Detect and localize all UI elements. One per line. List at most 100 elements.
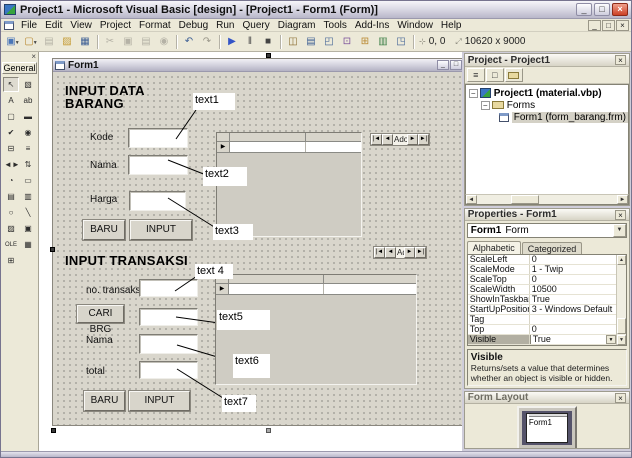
toolbox-button[interactable]: ⊞ bbox=[356, 34, 374, 50]
label-text1[interactable]: text1 bbox=[193, 93, 235, 110]
properties-window-button[interactable]: ▤ bbox=[302, 34, 320, 50]
label-tool[interactable]: A bbox=[3, 93, 19, 108]
close-button[interactable]: × bbox=[612, 3, 628, 16]
break-button[interactable]: ‖ bbox=[241, 34, 259, 50]
end-button[interactable]: ■ bbox=[259, 34, 277, 50]
object-dropdown[interactable]: Form1 Form ▼ bbox=[467, 223, 627, 238]
property-value[interactable]: 10500 bbox=[530, 285, 616, 294]
property-row-top[interactable]: Top0 bbox=[468, 325, 616, 335]
menu-edit[interactable]: Edit bbox=[41, 20, 66, 31]
designer-titlebar[interactable]: Form1 _ □ × bbox=[53, 59, 462, 72]
find-button[interactable]: ◉ bbox=[155, 34, 173, 50]
menu-addins[interactable]: Add-Ins bbox=[351, 20, 393, 31]
project-panel-close-icon[interactable]: × bbox=[615, 55, 626, 65]
component-manager-button[interactable]: ◳ bbox=[392, 34, 410, 50]
ado-last-button[interactable]: ►| bbox=[418, 134, 429, 145]
form-layout-button[interactable]: ◰ bbox=[320, 34, 338, 50]
open-project-button[interactable]: ▨ bbox=[58, 34, 76, 50]
toolbox-general-tab[interactable]: General bbox=[2, 62, 37, 74]
menu-format[interactable]: Format bbox=[135, 20, 175, 31]
checkbox-tool[interactable]: ✔ bbox=[3, 125, 19, 140]
menu-help[interactable]: Help bbox=[437, 20, 466, 31]
tab-alphabetic[interactable]: Alphabetic bbox=[467, 241, 521, 254]
add-project-button[interactable]: ▣▼ bbox=[4, 34, 22, 50]
data-tool[interactable]: ▣ bbox=[20, 221, 36, 236]
property-value[interactable]: 0 bbox=[530, 325, 616, 334]
frame-tool[interactable]: ▢ bbox=[3, 109, 19, 124]
data-view-button[interactable]: ▥ bbox=[374, 34, 392, 50]
vscrollbar-tool[interactable]: ⇅ bbox=[20, 157, 36, 172]
adodc-transaksi[interactable]: |◄ ◄ Ado ► ►| bbox=[373, 246, 427, 259]
project-hscrollbar[interactable]: ◄ ► bbox=[465, 194, 629, 205]
form-layout-close-icon[interactable]: × bbox=[615, 393, 626, 403]
prop-scroll-thumb[interactable] bbox=[617, 318, 626, 334]
label-text4[interactable]: text 4 bbox=[195, 264, 233, 279]
listbox-tool[interactable]: ≡ bbox=[20, 141, 36, 156]
form-resize-handle-left[interactable] bbox=[50, 247, 55, 252]
menu-project[interactable]: Project bbox=[96, 20, 135, 31]
pointer-tool[interactable]: ↖ bbox=[3, 77, 19, 92]
chevron-down-icon[interactable]: ▼ bbox=[33, 40, 38, 46]
commandbutton-tool[interactable]: ▬ bbox=[20, 109, 36, 124]
object-dropdown-arrow-icon[interactable]: ▼ bbox=[613, 224, 626, 237]
start-button[interactable]: ▶ bbox=[223, 34, 241, 50]
property-row-scalewidth[interactable]: ScaleWidth10500 bbox=[468, 285, 616, 295]
toolbox-close-icon[interactable]: × bbox=[31, 52, 36, 61]
label-text5[interactable]: text5 bbox=[217, 310, 270, 330]
collapse-icon-forms[interactable]: − bbox=[481, 101, 490, 110]
label-text7[interactable]: text7 bbox=[222, 395, 256, 412]
chevron-down-icon[interactable]: ▼ bbox=[15, 40, 20, 46]
mdi-child-icon[interactable] bbox=[4, 21, 14, 30]
object-browser-button[interactable]: ⊡ bbox=[338, 34, 356, 50]
view-object-button[interactable]: □ bbox=[486, 68, 504, 82]
mdi-close-button[interactable]: × bbox=[616, 20, 629, 31]
property-row-showintaskbar[interactable]: ShowInTaskbarTrue bbox=[468, 295, 616, 305]
label-text6[interactable]: text6 bbox=[233, 354, 270, 378]
property-row-startupposition[interactable]: StartUpPosition3 - Windows Default bbox=[468, 305, 616, 315]
optionbutton-tool[interactable]: ◉ bbox=[20, 125, 36, 140]
property-value[interactable]: False bbox=[530, 345, 616, 346]
collapse-icon[interactable]: − bbox=[469, 89, 478, 98]
designer-minimize-button[interactable]: _ bbox=[437, 60, 449, 70]
image-tool[interactable]: ▨ bbox=[3, 221, 19, 236]
menu-debug[interactable]: Debug bbox=[175, 20, 212, 31]
menu-view[interactable]: View bbox=[66, 20, 96, 31]
menu-window[interactable]: Window bbox=[393, 20, 437, 31]
view-code-button[interactable]: ≡ bbox=[467, 68, 485, 82]
drivelistbox-tool[interactable]: ▭ bbox=[20, 173, 36, 188]
redo-button[interactable]: ↷ bbox=[198, 34, 216, 50]
line-tool[interactable]: ╲ bbox=[20, 205, 36, 220]
property-row-whatsthisbutton[interactable]: WhatsThisButtonFalse bbox=[468, 345, 616, 346]
textbox-tool[interactable]: ab bbox=[20, 93, 36, 108]
menu-file[interactable]: File bbox=[17, 20, 41, 31]
cut-button[interactable]: ✂ bbox=[101, 34, 119, 50]
tree-item-forms[interactable]: − Forms bbox=[466, 99, 628, 111]
ado2-prev-button[interactable]: ◄ bbox=[385, 247, 396, 258]
ado2-next-button[interactable]: ► bbox=[404, 247, 415, 258]
designer-maximize-button[interactable]: □ bbox=[450, 60, 462, 70]
property-row-visible[interactable]: Visible▼True bbox=[468, 335, 616, 345]
prop-scroll-down-icon[interactable]: ▼ bbox=[617, 335, 626, 345]
scroll-thumb[interactable] bbox=[511, 195, 539, 204]
mini-form[interactable]: Form1 bbox=[526, 413, 568, 443]
ado-next-button[interactable]: ► bbox=[407, 134, 418, 145]
menu-run[interactable]: Run bbox=[212, 20, 238, 31]
add-form-button[interactable]: ▢▼ bbox=[22, 34, 40, 50]
mdi-restore-button[interactable]: □ bbox=[602, 20, 615, 31]
form-resize-handle-bottom-left[interactable] bbox=[51, 428, 56, 433]
property-value[interactable]: True bbox=[530, 295, 616, 304]
property-row-scaleleft[interactable]: ScaleLeft0 bbox=[468, 255, 616, 265]
adodc-barang[interactable]: |◄ ◄ Ado ► ►| bbox=[370, 133, 430, 146]
hscrollbar-tool[interactable]: ◄► bbox=[3, 157, 19, 172]
datagrid-tool[interactable]: ▦ bbox=[20, 237, 36, 252]
property-row-scaletop[interactable]: ScaleTop0 bbox=[468, 275, 616, 285]
ado-first-button[interactable]: |◄ bbox=[371, 134, 382, 145]
property-value[interactable]: 0 bbox=[530, 255, 616, 264]
paste-button[interactable]: ▤ bbox=[137, 34, 155, 50]
shape-tool[interactable]: ○ bbox=[3, 205, 19, 220]
prop-scroll-up-icon[interactable]: ▲ bbox=[617, 255, 626, 265]
label-text2[interactable]: text2 bbox=[203, 167, 247, 186]
mdi-minimize-button[interactable]: _ bbox=[588, 20, 601, 31]
save-project-button[interactable]: ▦ bbox=[76, 34, 94, 50]
filelistbox-tool[interactable]: ▥ bbox=[20, 189, 36, 204]
